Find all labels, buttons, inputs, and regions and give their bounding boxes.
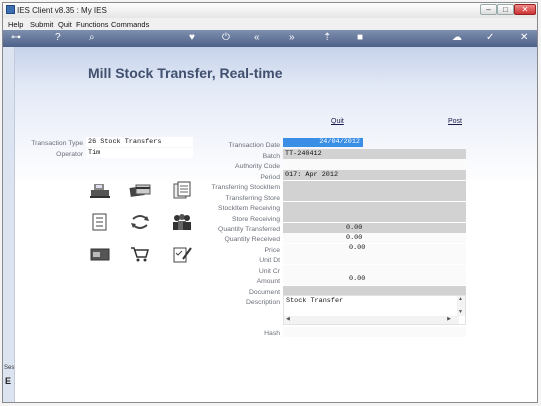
credit-cards-icon[interactable]	[129, 181, 151, 199]
description-value: Stock Transfer	[286, 297, 344, 305]
batch-value: TT-240412	[285, 150, 322, 158]
transaction-type-value: 26 Stock Transfers	[88, 138, 162, 146]
scroll-right-icon[interactable]: ▶	[447, 316, 451, 322]
payment-card-icon[interactable]	[89, 245, 111, 263]
menu-commands[interactable]: Commands	[111, 20, 149, 29]
price-label: Price	[264, 247, 281, 254]
operator-label: Operator	[56, 151, 83, 158]
amount-field[interactable]: 0.00	[283, 275, 466, 285]
post-link[interactable]: Post	[448, 118, 462, 125]
transaction-type-label: Transaction Type	[31, 140, 83, 147]
description-vertical-scrollbar[interactable]: ▲ ▼	[457, 296, 465, 316]
unit-dt-field[interactable]	[283, 254, 466, 264]
check-icon[interactable]: ✓	[486, 32, 494, 44]
store-receiving-label: Store Receiving	[232, 216, 280, 223]
sidebar-bottom-label[interactable]: E	[5, 376, 11, 386]
description-textarea[interactable]: Stock Transfer ▲ ▼ ◀ ▶	[283, 295, 466, 325]
transferring-store-label: Transferring Store	[225, 195, 280, 202]
close-icon[interactable]: ✕	[520, 32, 528, 44]
power-icon[interactable]: ⏻	[222, 32, 230, 44]
authority-code-field[interactable]	[283, 160, 466, 170]
quantity-transferred-field[interactable]: 0.00	[283, 223, 466, 233]
toolbar: ⊶ ? ⌕ ♥ ⏻ « » ⇡ ■ ☁ ✓ ✕	[3, 30, 537, 47]
forward-icon[interactable]: »	[289, 32, 295, 44]
transaction-date-label: Transaction Date	[228, 142, 280, 149]
quit-link[interactable]: Quit	[331, 118, 344, 125]
batch-label: Batch	[262, 153, 280, 160]
page-title: Mill Stock Transfer, Real-time	[88, 65, 283, 81]
cash-register-icon[interactable]	[89, 181, 111, 199]
quantity-received-label: Quantity Received	[224, 236, 280, 243]
period-value: 017: Apr 2012	[285, 171, 339, 179]
batch-field[interactable]: TT-240412	[283, 149, 466, 159]
title-bar: IES Client v8.35 : My IES – □ ✕	[3, 3, 537, 18]
quantity-transferred-label: Quantity Transferred	[218, 226, 280, 233]
menu-quit[interactable]: Quit	[58, 20, 72, 29]
transaction-date-value: 24/04/2012	[319, 138, 360, 146]
sidebar-top-label[interactable]: Ses	[4, 365, 14, 371]
hash-label: Hash	[264, 330, 280, 337]
transaction-type-field[interactable]: 26 Stock Transfers	[86, 137, 193, 147]
scroll-down-icon[interactable]: ▼	[458, 309, 463, 315]
app-icon	[6, 5, 15, 14]
unit-cr-label: Unit Cr	[258, 268, 280, 275]
price-value: 0.00	[349, 244, 366, 252]
transferring-store-field[interactable]	[283, 191, 466, 201]
application-window: IES Client v8.35 : My IES – □ ✕ Help Sub…	[2, 2, 538, 403]
period-label: Period	[260, 174, 280, 181]
menu-submit[interactable]: Submit	[30, 20, 53, 29]
price-field[interactable]: 0.00	[283, 244, 466, 254]
rewind-icon[interactable]: «	[254, 32, 260, 44]
maximize-button[interactable]: □	[497, 4, 514, 15]
heart-icon[interactable]: ♥	[189, 32, 195, 44]
menu-bar: Help Submit Quit Functions Commands	[3, 18, 537, 30]
description-label: Description	[246, 299, 280, 306]
operator-value: Tim	[88, 149, 101, 157]
search-icon[interactable]: ⌕	[89, 32, 95, 44]
quantity-received-value: 0.00	[346, 234, 363, 242]
close-window-button[interactable]: ✕	[514, 4, 536, 15]
stockitem-receiving-label: StockItem Receiving	[218, 205, 280, 212]
description-horizontal-scrollbar[interactable]: ◀ ▶	[284, 316, 459, 324]
minimize-button[interactable]: –	[480, 4, 497, 15]
cloud-icon[interactable]: ☁	[452, 32, 462, 44]
transaction-date-field[interactable]: 24/04/2012	[283, 138, 363, 147]
stop-icon[interactable]: ■	[357, 32, 363, 44]
document-label: Document	[249, 289, 280, 296]
quantity-transferred-value: 0.00	[346, 224, 363, 232]
stockitem-receiving-field[interactable]	[283, 202, 466, 212]
menu-help[interactable]: Help	[8, 20, 23, 29]
menu-functions[interactable]: Functions	[76, 20, 109, 29]
form-document-icon[interactable]	[89, 213, 111, 231]
scroll-left-icon[interactable]: ◀	[286, 316, 290, 322]
upload-icon[interactable]: ⇡	[323, 32, 331, 44]
transferring-stockitem-label: Transferring StockItem	[211, 184, 281, 191]
exchange-icon[interactable]	[129, 213, 151, 231]
sidebar: Ses E	[3, 47, 15, 402]
help-icon[interactable]: ?	[55, 32, 61, 44]
store-receiving-field[interactable]	[283, 212, 466, 222]
unit-cr-field[interactable]	[283, 265, 466, 275]
quantity-received-field[interactable]: 0.00	[283, 233, 466, 243]
scroll-up-icon[interactable]: ▲	[458, 296, 463, 302]
amount-label: Amount	[256, 278, 280, 285]
unit-dt-label: Unit Dt	[259, 257, 280, 264]
hash-field[interactable]	[283, 327, 466, 337]
operator-field[interactable]: Tim	[86, 148, 193, 158]
authority-code-label: Authority Code	[235, 163, 280, 170]
transferring-stockitem-field[interactable]	[283, 181, 466, 191]
window-title: IES Client v8.35 : My IES	[17, 6, 107, 15]
key-icon[interactable]: ⊶	[11, 32, 21, 44]
amount-value: 0.00	[349, 275, 366, 283]
shopping-cart-icon[interactable]	[129, 245, 151, 263]
period-field[interactable]: 017: Apr 2012	[283, 170, 466, 180]
